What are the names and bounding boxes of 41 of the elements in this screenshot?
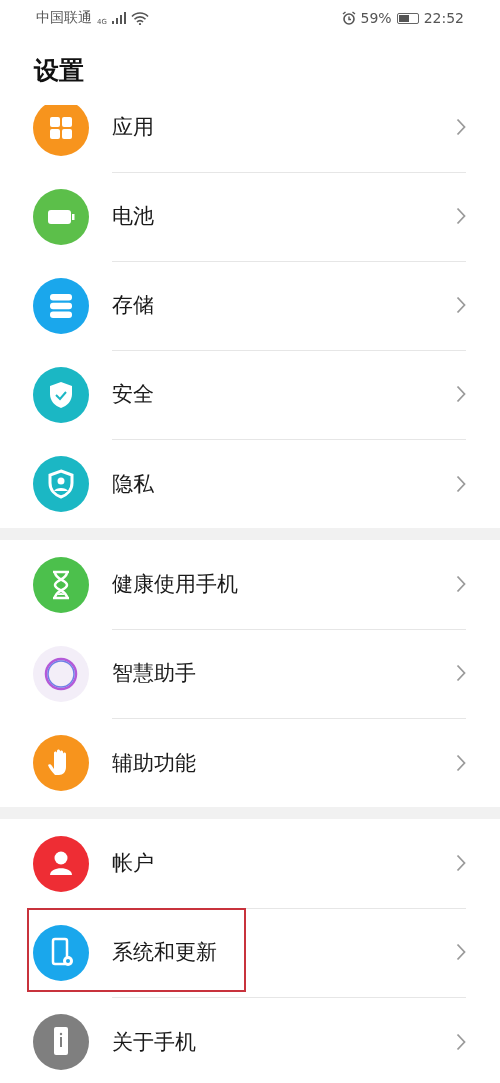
chevron-icon — [456, 207, 466, 225]
item-label: 隐私 — [112, 470, 155, 498]
settings-item[interactable]: 系统和更新 — [0, 908, 500, 997]
carrier-name: 中国联通 — [36, 9, 92, 27]
settings-item[interactable]: 存储 — [0, 261, 500, 350]
item-label: 系统和更新 — [112, 939, 218, 966]
settings-item[interactable]: 应用 — [0, 105, 500, 172]
battery-percent: 59% — [360, 10, 392, 26]
chevron-icon — [456, 664, 466, 682]
settings-item[interactable]: 关于手机 — [0, 997, 500, 1083]
chevron-icon — [456, 943, 466, 961]
chevron-icon — [456, 854, 466, 872]
battery-icon — [396, 12, 419, 24]
chevron-icon — [456, 385, 466, 403]
chevron-icon — [456, 575, 466, 593]
settings-item[interactable]: 安全 — [0, 350, 500, 439]
item-label: 帐户 — [112, 850, 155, 877]
settings-item[interactable]: 健康使用手机 — [0, 540, 500, 629]
item-label: 辅助功能 — [112, 749, 197, 777]
settings-item[interactable]: 帐户 — [0, 819, 500, 908]
chevron-icon — [456, 118, 466, 136]
item-label: 存储 — [112, 292, 155, 319]
item-label: 智慧助手 — [112, 660, 197, 687]
chevron-icon — [456, 474, 466, 493]
clock-time: 22:52 — [423, 10, 464, 26]
chevron-icon — [456, 1032, 466, 1051]
page-title: 设置 — [34, 55, 84, 87]
chevron-icon — [456, 753, 466, 772]
settings-item[interactable]: 智慧助手 — [0, 629, 500, 718]
item-label: 关于手机 — [112, 1028, 197, 1056]
item-label: 健康使用手机 — [112, 571, 239, 598]
settings-item[interactable]: 隐私 — [0, 439, 500, 528]
signal-icon — [111, 12, 126, 24]
settings-item[interactable]: 电池 — [0, 172, 500, 261]
item-label: 应用 — [112, 114, 155, 141]
settings-item[interactable]: 辅助功能 — [0, 718, 500, 807]
wifi-icon — [130, 11, 149, 25]
alarm-icon — [341, 11, 356, 25]
item-label: 安全 — [112, 381, 155, 408]
chevron-icon — [456, 296, 466, 314]
item-label: 电池 — [112, 203, 155, 230]
